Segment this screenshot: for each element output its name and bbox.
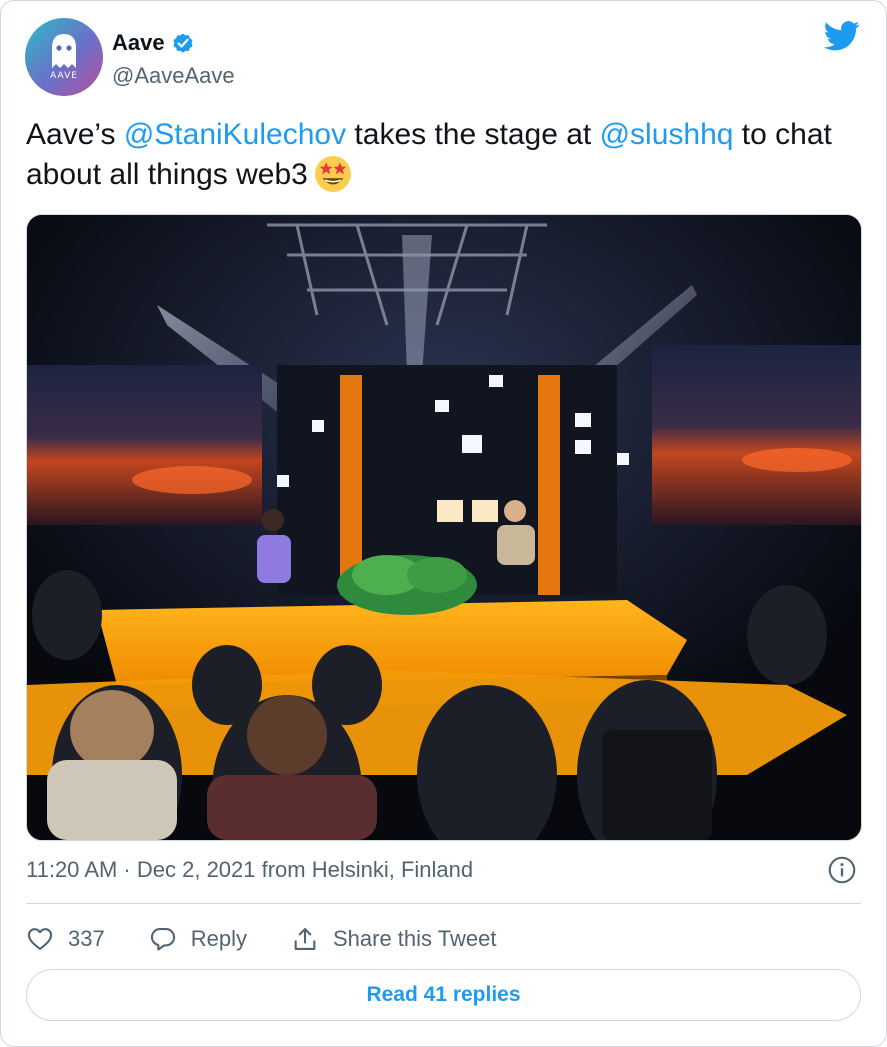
author-name-row[interactable]: Aave (112, 30, 195, 56)
share-icon (294, 928, 316, 950)
author-display-name[interactable]: Aave (112, 30, 165, 56)
tweet-actions: 337 Reply Share this Tweet (26, 921, 540, 957)
author-handle[interactable]: @AaveAave (112, 63, 235, 89)
ghost-logo-icon (52, 34, 76, 68)
info-icon[interactable] (828, 856, 856, 884)
tweet-text-part: takes the stage at (346, 118, 600, 151)
read-replies-button[interactable]: Read 41 replies (26, 969, 861, 1021)
star-struck-emoji-icon (314, 156, 351, 192)
mention-link-slushhq[interactable]: @slushhq (600, 118, 734, 151)
stage-photo-illustration (27, 215, 861, 840)
share-button[interactable]: Share this Tweet (291, 925, 496, 953)
reply-bubble-icon (150, 928, 175, 951)
divider (26, 903, 861, 904)
reply-button[interactable]: Reply (149, 925, 247, 953)
avatar[interactable]: AAVE (25, 18, 103, 96)
avatar-label: AAVE (50, 71, 78, 81)
like-count: 337 (68, 926, 105, 951)
share-label: Share this Tweet (332, 926, 497, 951)
verified-badge-icon (173, 33, 193, 53)
tweet-text: Aave’s @StaniKulechov takes the stage at… (26, 115, 856, 195)
tweet-timestamp[interactable]: 11:20 AM · Dec 2, 2021 from Helsinki, Fi… (26, 857, 473, 883)
reply-label: Reply (190, 926, 247, 951)
tweet-card: AAVE Aave @AaveAave Aave’s @StaniKulecho… (0, 0, 887, 1047)
twitter-bird-icon[interactable] (824, 21, 860, 51)
heart-icon (27, 928, 53, 950)
mention-link-stanikulechov[interactable]: @StaniKulechov (124, 118, 346, 151)
tweet-photo[interactable] (26, 214, 862, 841)
tweet-text-part: Aave’s (26, 118, 124, 151)
like-button[interactable]: 337 (26, 925, 105, 953)
